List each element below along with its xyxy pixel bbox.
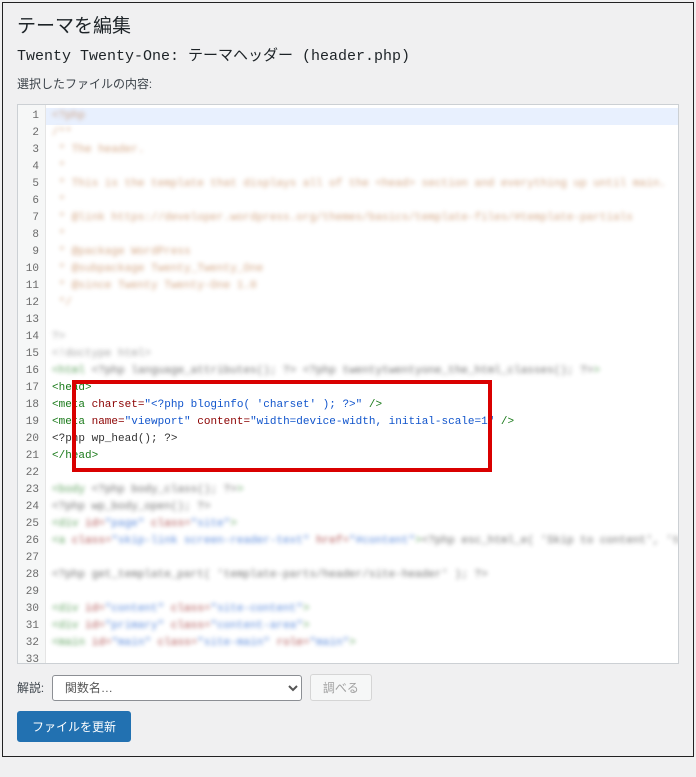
header-section: テーマを編集 Twenty Twenty-One: テーマヘッダー (heade… bbox=[3, 3, 693, 104]
file-title: Twenty Twenty-One: テーマヘッダー (header.php) bbox=[17, 44, 679, 65]
content-label: 選択したファイルの内容: bbox=[17, 75, 679, 92]
update-file-button[interactable]: ファイルを更新 bbox=[17, 711, 131, 742]
line-gutter: 12345678910 11121314151617181920 2122232… bbox=[18, 105, 46, 663]
code-head-open: <head> bbox=[52, 382, 92, 394]
editor-page: テーマを編集 Twenty Twenty-One: テーマヘッダー (heade… bbox=[2, 2, 694, 757]
editor-wrap: 12345678910 11121314151617181920 2122232… bbox=[3, 104, 693, 664]
code-editor[interactable]: 12345678910 11121314151617181920 2122232… bbox=[17, 104, 679, 664]
lookup-row: 解説: 関数名… 調べる bbox=[3, 664, 693, 711]
code-area[interactable]: <?php /** * The header. * * This is the … bbox=[46, 105, 678, 663]
submit-section: ファイルを更新 bbox=[3, 711, 693, 756]
code-head-close: </head> bbox=[52, 450, 98, 462]
lookup-button[interactable]: 調べる bbox=[310, 674, 372, 701]
page-title: テーマを編集 bbox=[17, 11, 679, 38]
function-select[interactable]: 関数名… bbox=[52, 675, 302, 701]
lookup-label: 解説: bbox=[17, 679, 44, 696]
